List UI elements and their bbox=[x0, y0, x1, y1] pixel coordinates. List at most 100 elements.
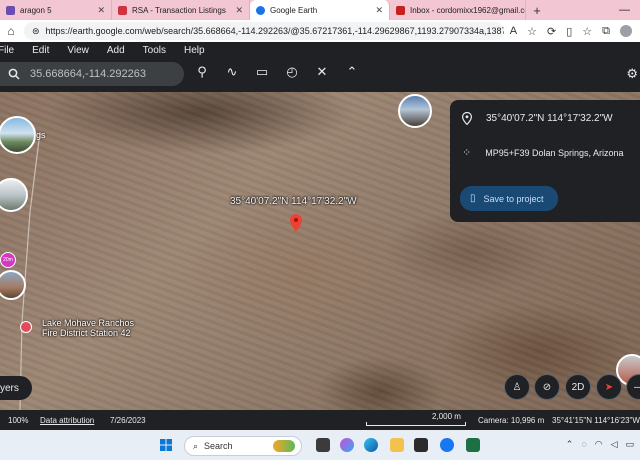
new-tab-button[interactable]: + bbox=[526, 0, 548, 20]
tools-icon[interactable]: ✕ bbox=[314, 64, 330, 80]
tab-aragon[interactable]: aragon 5 ✕ bbox=[0, 0, 112, 20]
minimize-icon[interactable]: — bbox=[619, 4, 630, 16]
location-pin-icon bbox=[462, 112, 472, 125]
tab-favicon bbox=[118, 5, 127, 15]
close-icon[interactable]: ✕ bbox=[375, 5, 383, 16]
read-aloud-icon[interactable]: A bbox=[510, 25, 517, 37]
info-coordinates: 35°40'07.2"N 114°17'32.2"W bbox=[486, 113, 613, 124]
volume-icon[interactable]: ◁ bbox=[611, 439, 618, 450]
refresh-icon[interactable]: ⟳ bbox=[547, 25, 556, 38]
system-tray: ⌃ ◌ ◠ ◁ ▭ bbox=[566, 439, 634, 450]
person-icon: ♙ bbox=[512, 381, 522, 393]
close-icon[interactable]: ✕ bbox=[235, 5, 243, 16]
gear-icon[interactable]: ⚙ bbox=[626, 66, 638, 82]
location-pin-icon[interactable] bbox=[290, 214, 302, 232]
layers-button[interactable]: yers bbox=[0, 376, 32, 400]
site-info-icon[interactable]: ⊜ bbox=[32, 26, 40, 37]
tab-label: Inbox - cordomixx1962@gmail.co bbox=[410, 5, 526, 15]
url-text: https://earth.google.com/web/search/35.6… bbox=[45, 26, 504, 36]
wifi-icon[interactable]: ◠ bbox=[595, 439, 603, 450]
history-icon[interactable]: ◴ bbox=[284, 64, 300, 80]
edge-icon[interactable] bbox=[364, 438, 378, 452]
home-icon[interactable]: ⌂ bbox=[4, 24, 18, 38]
tab-rsa-transaction-listings[interactable]: RSA - Transaction Listings ✕ bbox=[112, 0, 250, 20]
windows-start-icon[interactable] bbox=[160, 439, 172, 451]
earth-icon bbox=[256, 5, 265, 15]
menu-add[interactable]: Add bbox=[107, 45, 125, 56]
search-icon: ⌕ bbox=[193, 440, 199, 451]
imagery-date: 7/26/2023 bbox=[110, 416, 146, 425]
location-info-card: 35°40'07.2"N 114°17'32.2"W ⁘ MP95+F39 Do… bbox=[450, 100, 640, 222]
tab-label: RSA - Transaction Listings bbox=[132, 5, 226, 15]
favorite-star-icon[interactable]: ☆ bbox=[527, 25, 537, 38]
search-highlight-icon bbox=[273, 440, 295, 452]
compass-button[interactable]: ➤ bbox=[596, 374, 622, 400]
facebook-icon[interactable] bbox=[440, 438, 454, 452]
tab-label: Google Earth bbox=[270, 5, 318, 15]
menu-help[interactable]: Help bbox=[184, 45, 205, 56]
place-label-partial[interactable]: gs bbox=[36, 130, 46, 140]
menu-view[interactable]: View bbox=[67, 45, 89, 56]
window-controls: — bbox=[619, 0, 640, 20]
photo-thumbnail[interactable] bbox=[398, 94, 432, 128]
plus-code-icon: ⁘ bbox=[462, 147, 472, 159]
orbit-button[interactable]: ⊘ bbox=[534, 374, 560, 400]
path-icon[interactable]: ∿ bbox=[224, 64, 240, 80]
save-to-project-button[interactable]: ▯ Save to project bbox=[460, 186, 558, 211]
search-input[interactable]: 35.668664,-114.292263 bbox=[0, 62, 184, 86]
scale-bar bbox=[366, 422, 466, 426]
cursor-coordinates: 35°41'15"N 114°16'23"W bbox=[552, 416, 640, 425]
earth-toolbar: 35.668664,-114.292263 ⚲ ∿ ▭ ◴ ✕ ⌃ bbox=[0, 58, 640, 92]
chevron-up-icon[interactable]: ⌃ bbox=[344, 64, 360, 80]
favorites-icon[interactable]: ☆ bbox=[582, 25, 592, 38]
status-bar: 100% Data attribution 7/26/2023 2,000 m … bbox=[0, 410, 640, 430]
tab-label: aragon 5 bbox=[20, 5, 52, 15]
bookmark-icon: ▯ bbox=[470, 193, 476, 204]
browser-tab-strip: aragon 5 ✕ RSA - Transaction Listings ✕ … bbox=[0, 0, 640, 20]
pegman-button[interactable]: ♙ bbox=[504, 374, 530, 400]
collections-icon[interactable]: ⧉ bbox=[602, 25, 610, 38]
zoom-level: 100% bbox=[8, 416, 29, 425]
copilot-icon[interactable] bbox=[340, 438, 354, 452]
file-explorer-icon[interactable] bbox=[390, 438, 404, 452]
task-view-icon[interactable] bbox=[316, 438, 330, 452]
excel-icon[interactable] bbox=[466, 438, 480, 452]
camera-altitude: Camera: 10,996 m bbox=[478, 416, 545, 425]
taskbar-search-placeholder: Search bbox=[204, 441, 233, 451]
menu-bar: File Edit View Add Tools Help bbox=[0, 42, 640, 58]
profile-icon[interactable] bbox=[620, 25, 632, 37]
close-icon[interactable]: ✕ bbox=[97, 5, 105, 16]
taskbar: ⌕ Search ⌃ ◌ ◠ ◁ ▭ bbox=[0, 430, 640, 460]
map-badge[interactable]: 20m bbox=[0, 252, 16, 268]
tab-favicon bbox=[6, 5, 15, 15]
tab-inbox[interactable]: Inbox - cordomixx1962@gmail.co ✕ bbox=[390, 0, 526, 20]
no-rotate-icon: ⊘ bbox=[542, 381, 552, 393]
scale-label: 2,000 m bbox=[432, 412, 461, 421]
pin-coordinate-label: 35°40'07.2"N 114°17'32.2"W bbox=[230, 196, 357, 207]
battery-icon[interactable]: ▭ bbox=[625, 439, 634, 450]
toggle-2d-button[interactable]: 2D bbox=[565, 374, 591, 400]
fire-station-icon[interactable] bbox=[20, 321, 32, 333]
search-value: 35.668664,-114.292263 bbox=[30, 68, 147, 80]
network-icon[interactable]: ◌ bbox=[581, 439, 586, 450]
place-label-fire-station[interactable]: Lake Mohave Ranchos Fire District Statio… bbox=[42, 318, 134, 338]
taskbar-search[interactable]: ⌕ Search bbox=[184, 436, 302, 456]
url-field[interactable]: ⊜ https://earth.google.com/web/search/35… bbox=[24, 22, 504, 40]
menu-edit[interactable]: Edit bbox=[32, 45, 49, 56]
menu-tools[interactable]: Tools bbox=[143, 45, 166, 56]
address-bar: ⌂ ⊜ https://earth.google.com/web/search/… bbox=[0, 20, 640, 42]
save-button-label: Save to project bbox=[483, 193, 544, 204]
placemark-icon[interactable]: ⚲ bbox=[194, 64, 210, 80]
minus-icon: — bbox=[634, 382, 640, 393]
ruler-icon[interactable]: ▭ bbox=[254, 64, 270, 80]
menu-file[interactable]: File bbox=[0, 45, 14, 56]
info-plus-code: MP95+F39 Dolan Springs, Arizona bbox=[485, 147, 624, 158]
split-screen-icon[interactable]: ▯ bbox=[566, 25, 572, 38]
chevron-up-icon[interactable]: ⌃ bbox=[566, 439, 574, 450]
compass-icon: ➤ bbox=[604, 381, 614, 393]
store-icon[interactable] bbox=[414, 438, 428, 452]
tab-google-earth[interactable]: Google Earth ✕ bbox=[250, 0, 390, 20]
search-icon bbox=[8, 68, 20, 80]
mail-icon bbox=[396, 5, 405, 15]
data-attribution-link[interactable]: Data attribution bbox=[40, 416, 94, 425]
